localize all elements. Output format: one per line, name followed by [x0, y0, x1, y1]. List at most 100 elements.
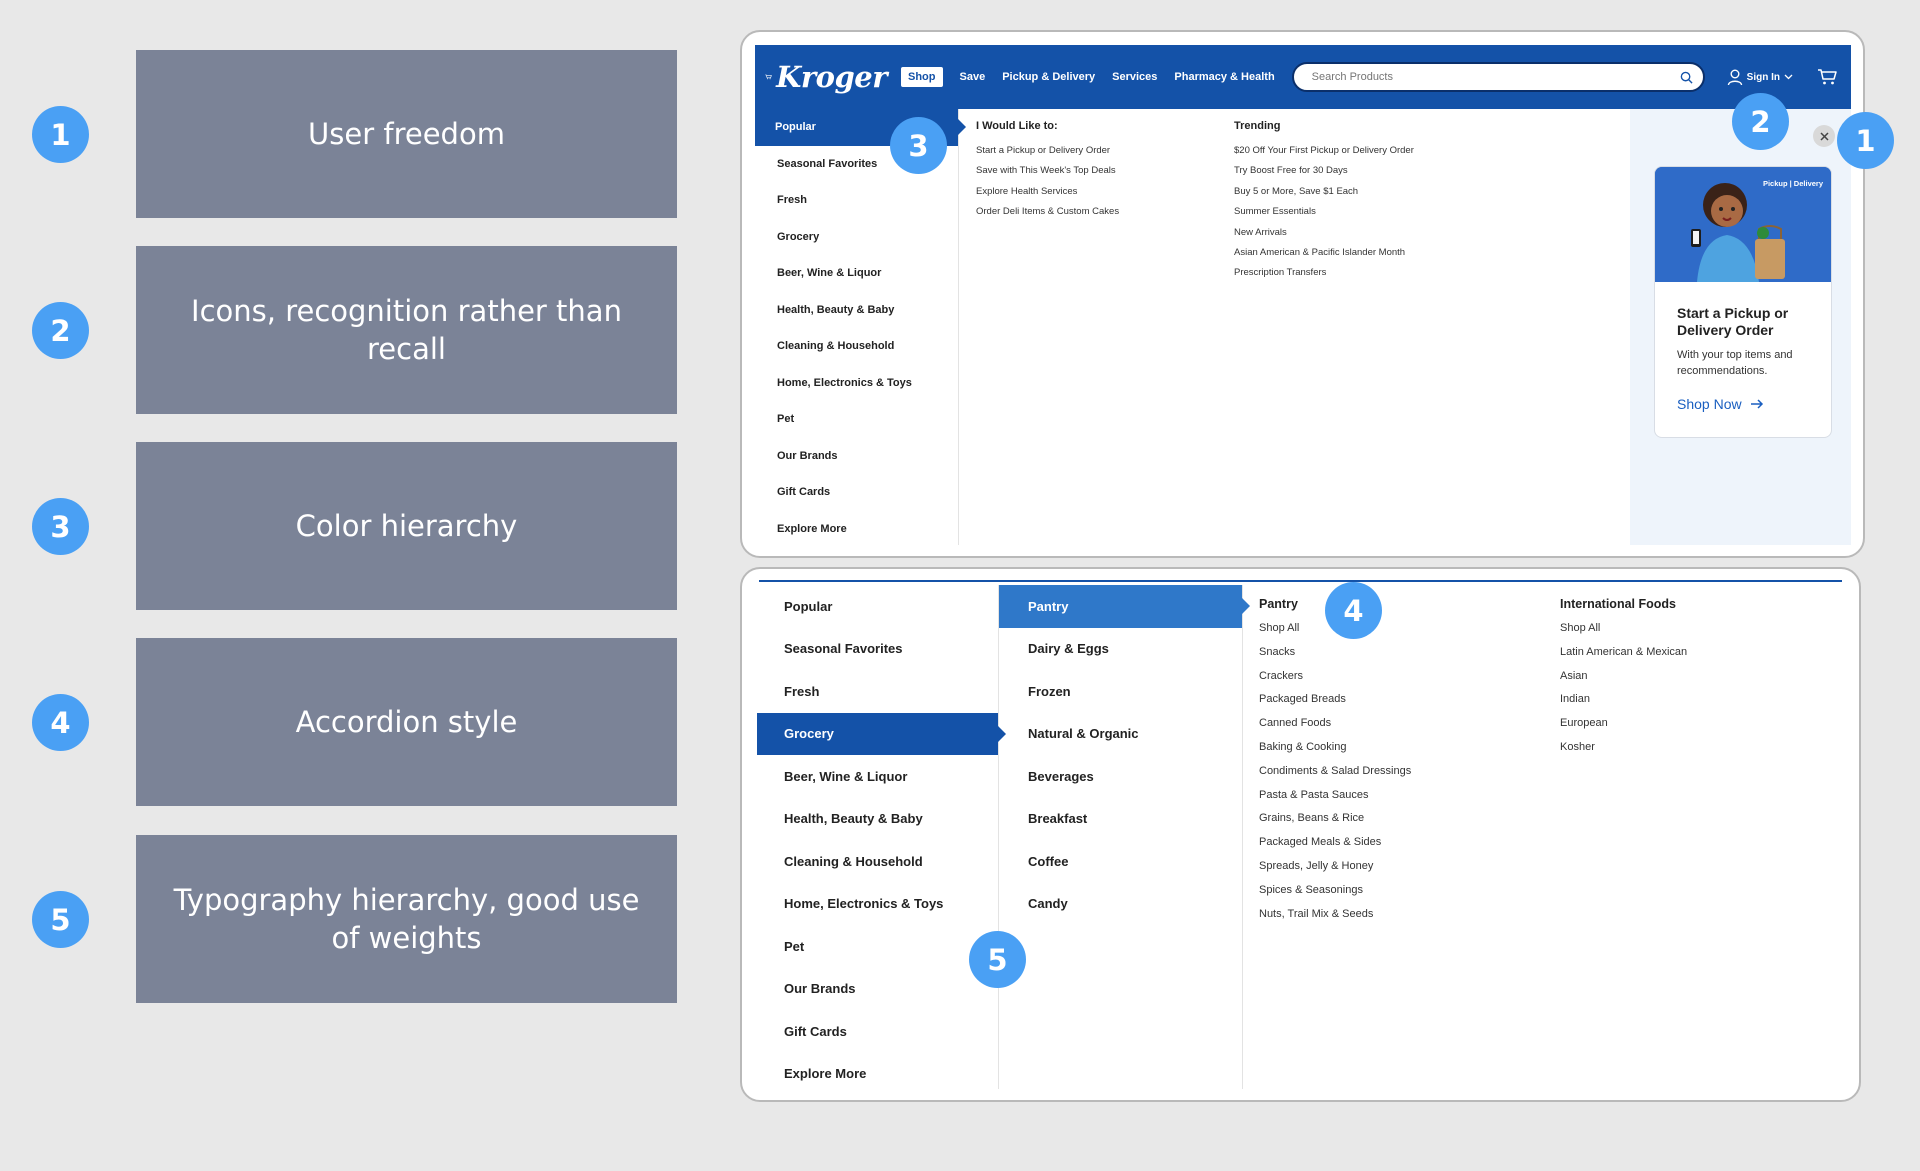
top-category-beer-wine[interactable]: Beer, Wine & Liquor	[755, 255, 958, 292]
cart-logo-icon	[765, 74, 772, 80]
bottom-category-cleaning[interactable]: Cleaning & Household	[757, 840, 998, 883]
trending-column: Trending $20 Off Your First Pickup or De…	[1234, 120, 1494, 284]
search-icon[interactable]	[1680, 71, 1693, 84]
pantry-link[interactable]: Pasta & Pasta Sauces	[1259, 784, 1539, 808]
nav-services[interactable]: Services	[1112, 71, 1157, 83]
bottom-category-explore-more[interactable]: Explore More	[757, 1053, 998, 1096]
trending-link[interactable]: $20 Off Your First Pickup or Delivery Or…	[1234, 141, 1494, 161]
pantry-link[interactable]: Baking & Cooking	[1259, 736, 1539, 760]
legend-row-5: 5 Typography hierarchy, good use of weig…	[0, 835, 690, 1003]
would-like-link[interactable]: Save with This Week's Top Deals	[976, 161, 1216, 181]
legend-label-5: Typography hierarchy, good use of weight…	[136, 835, 677, 1003]
bottom-category-beer-wine[interactable]: Beer, Wine & Liquor	[757, 755, 998, 798]
legend-badge-2: 2	[32, 302, 89, 359]
legend-row-4: 4 Accordion style	[0, 638, 690, 806]
close-button[interactable]	[1813, 125, 1835, 147]
pantry-link[interactable]: Packaged Breads	[1259, 688, 1539, 712]
nav-shop[interactable]: Shop	[901, 67, 943, 87]
would-like-link[interactable]: Order Deli Items & Custom Cakes	[976, 202, 1216, 222]
bottom-category-popular[interactable]: Popular	[757, 585, 998, 628]
nav-pharmacy-health[interactable]: Pharmacy & Health	[1174, 71, 1274, 83]
kroger-logo[interactable]: Kroger	[765, 60, 887, 94]
bottom-menu-panel: Popular Seasonal Favorites Fresh Grocery…	[740, 567, 1861, 1102]
top-category-gift-cards[interactable]: Gift Cards	[755, 474, 958, 511]
legend-row-1: 1 User freedom	[0, 50, 690, 218]
pantry-link[interactable]: Canned Foods	[1259, 712, 1539, 736]
pantry-link[interactable]: Condiments & Salad Dressings	[1259, 760, 1539, 784]
shop-now-link[interactable]: Shop Now	[1677, 396, 1809, 412]
promo-description: With your top items and recommendations.	[1677, 349, 1793, 377]
chevron-down-icon	[1784, 74, 1793, 80]
pantry-link[interactable]: Grains, Beans & Rice	[1259, 807, 1539, 831]
international-link[interactable]: Indian	[1560, 688, 1820, 712]
top-category-home-electronics[interactable]: Home, Electronics & Toys	[755, 365, 958, 402]
trending-link[interactable]: Summer Essentials	[1234, 202, 1494, 222]
legend-label-1: User freedom	[136, 50, 677, 218]
trending-link[interactable]: Try Boost Free for 30 Days	[1234, 161, 1494, 181]
international-foods-heading: International Foods	[1560, 597, 1676, 611]
top-category-health-beauty[interactable]: Health, Beauty & Baby	[755, 292, 958, 329]
international-link[interactable]: Kosher	[1560, 736, 1820, 760]
international-link[interactable]: European	[1560, 712, 1820, 736]
pantry-link[interactable]: Nuts, Trail Mix & Seeds	[1259, 903, 1539, 927]
pantry-link[interactable]: Spreads, Jelly & Honey	[1259, 855, 1539, 879]
promo-card[interactable]: Pickup | Delivery Start a Pickup or Deli…	[1654, 166, 1832, 438]
legend-badge-4: 4	[32, 694, 89, 751]
pantry-link[interactable]: Shop All	[1259, 617, 1539, 641]
international-link[interactable]: Asian	[1560, 665, 1820, 689]
callout-badge-2: 2	[1732, 93, 1789, 150]
bottom-category-gift-cards[interactable]: Gift Cards	[757, 1010, 998, 1053]
international-link[interactable]: Shop All	[1560, 617, 1820, 641]
would-like-link[interactable]: Explore Health Services	[976, 182, 1216, 202]
trending-heading: Trending	[1234, 120, 1281, 132]
subcategory-breakfast[interactable]: Breakfast	[999, 798, 1242, 841]
top-category-cleaning[interactable]: Cleaning & Household	[755, 328, 958, 365]
pantry-link[interactable]: Spices & Seasonings	[1259, 879, 1539, 903]
would-like-heading: I Would Like to:	[976, 120, 1058, 132]
bottom-category-grocery[interactable]: Grocery	[757, 712, 1006, 755]
subcategory-frozen[interactable]: Frozen	[999, 670, 1242, 713]
bottom-category-pet[interactable]: Pet	[757, 925, 998, 968]
would-like-link[interactable]: Start a Pickup or Delivery Order	[976, 141, 1216, 161]
nav-pickup-delivery[interactable]: Pickup & Delivery	[1002, 71, 1095, 83]
subcategory-candy[interactable]: Candy	[999, 883, 1242, 926]
trending-link[interactable]: New Arrivals	[1234, 223, 1494, 243]
top-menu-panel: Kroger Shop Save Pickup & Delivery Servi…	[740, 30, 1865, 558]
trending-link[interactable]: Asian American & Pacific Islander Month	[1234, 243, 1494, 263]
top-category-explore-more[interactable]: Explore More	[755, 511, 958, 548]
bottom-category-health-beauty[interactable]: Health, Beauty & Baby	[757, 798, 998, 841]
promo-illustration: Pickup | Delivery	[1655, 167, 1831, 282]
trending-link[interactable]: Buy 5 or More, Save $1 Each	[1234, 182, 1494, 202]
top-category-grocery[interactable]: Grocery	[755, 219, 958, 256]
would-like-column: I Would Like to: Start a Pickup or Deliv…	[976, 120, 1216, 223]
subcategory-pantry[interactable]: Pantry	[999, 585, 1250, 628]
sign-in-label: Sign In	[1746, 71, 1781, 83]
subcategory-dairy-eggs[interactable]: Dairy & Eggs	[999, 628, 1242, 671]
legend-badge-3: 3	[32, 498, 89, 555]
international-foods-column: International Foods Shop All Latin Ameri…	[1560, 597, 1820, 760]
subcategory-beverages[interactable]: Beverages	[999, 755, 1242, 798]
bottom-category-home-electronics[interactable]: Home, Electronics & Toys	[757, 883, 998, 926]
bottom-category-our-brands[interactable]: Our Brands	[757, 968, 998, 1011]
top-category-fresh[interactable]: Fresh	[755, 182, 958, 219]
callout-badge-4: 4	[1325, 582, 1382, 639]
bottom-category-fresh[interactable]: Fresh	[757, 670, 998, 713]
subcategory-natural-organic[interactable]: Natural & Organic	[999, 713, 1242, 756]
subcategory-coffee[interactable]: Coffee	[999, 840, 1242, 883]
legend-label-4: Accordion style	[136, 638, 677, 806]
cart-icon[interactable]	[1817, 68, 1837, 86]
close-icon	[1819, 131, 1829, 141]
sign-in-button[interactable]: Sign In	[1727, 69, 1793, 86]
pantry-link[interactable]: Crackers	[1259, 665, 1539, 689]
pantry-link[interactable]: Snacks	[1259, 641, 1539, 665]
legend-badge-1: 1	[32, 106, 89, 163]
trending-link[interactable]: Prescription Transfers	[1234, 263, 1494, 283]
international-link[interactable]: Latin American & Mexican	[1560, 641, 1820, 665]
top-category-pet[interactable]: Pet	[755, 401, 958, 438]
search-input[interactable]	[1311, 71, 1652, 83]
bottom-category-seasonal[interactable]: Seasonal Favorites	[757, 628, 998, 671]
nav-save[interactable]: Save	[960, 71, 986, 83]
main-nav: Shop Save Pickup & Delivery Services Pha…	[901, 67, 1292, 87]
pantry-link[interactable]: Packaged Meals & Sides	[1259, 831, 1539, 855]
top-category-our-brands[interactable]: Our Brands	[755, 438, 958, 475]
